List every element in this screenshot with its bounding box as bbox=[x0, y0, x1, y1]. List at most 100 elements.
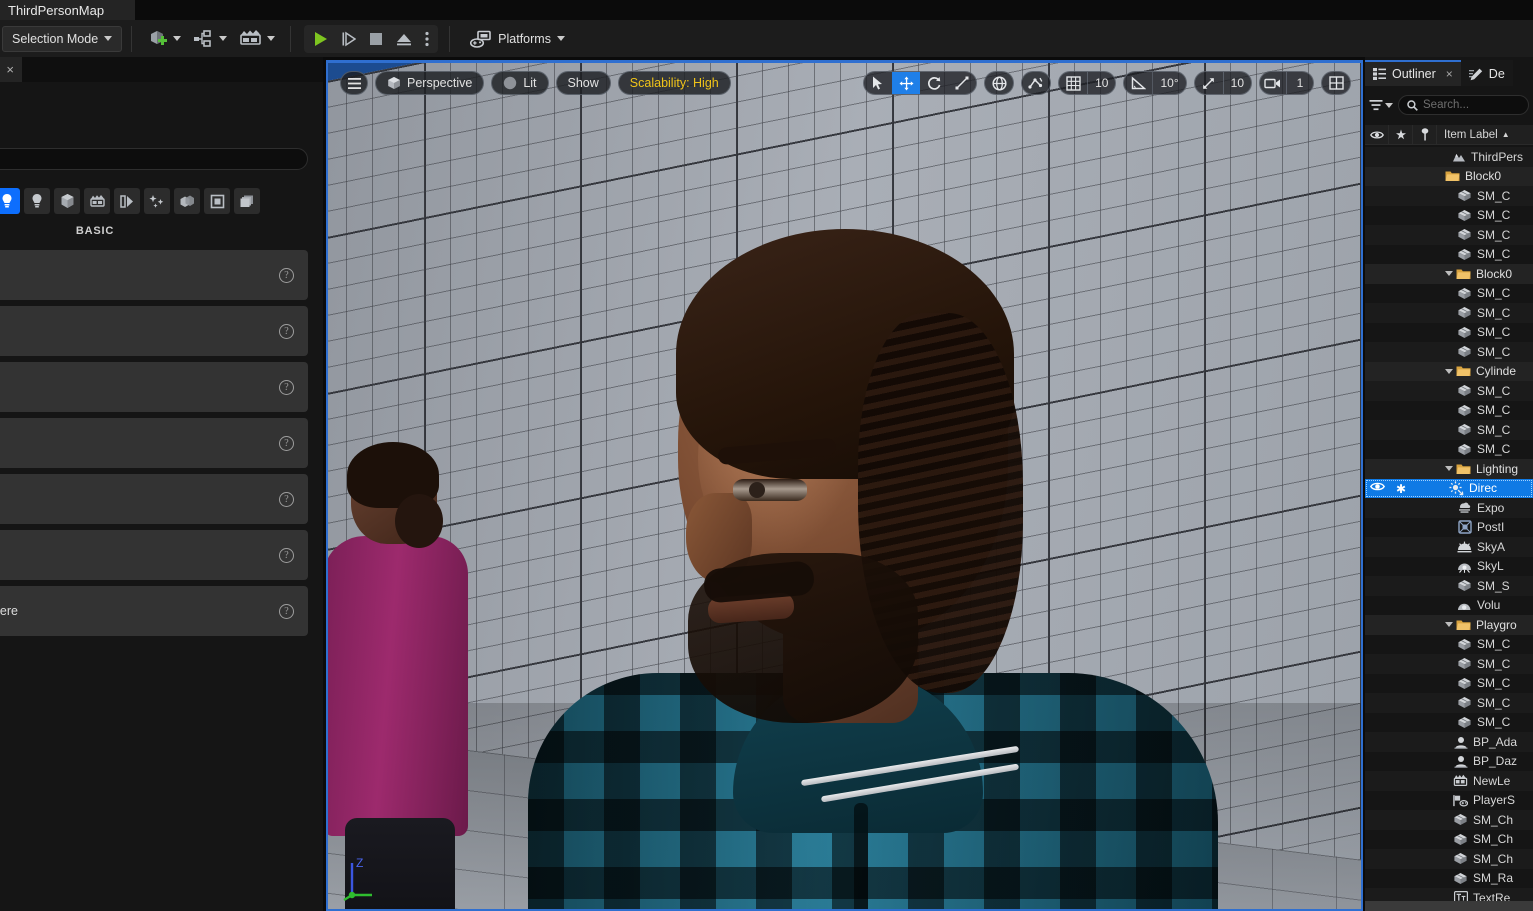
help-icon[interactable]: ? bbox=[279, 547, 294, 563]
outliner-row-newle[interactable]: NewLe bbox=[1365, 771, 1533, 791]
outliner-row-sm-c[interactable]: SM_C bbox=[1365, 303, 1533, 323]
outliner-row-lighting[interactable]: Lighting bbox=[1365, 459, 1533, 479]
row-visibility-eye-icon[interactable] bbox=[1370, 481, 1385, 492]
outliner-row-sm-c[interactable]: SM_C bbox=[1365, 381, 1533, 401]
translate-tool-button[interactable] bbox=[892, 72, 921, 94]
outliner-row-sm-c[interactable]: SM_C bbox=[1365, 654, 1533, 674]
category-particles[interactable] bbox=[144, 188, 170, 214]
outliner-row-sm-c[interactable]: SM_C bbox=[1365, 693, 1533, 713]
outliner-row-bp-ada[interactable]: BP_Ada bbox=[1365, 732, 1533, 752]
outliner-row-block0[interactable]: Block0 bbox=[1365, 264, 1533, 284]
place-actors-search-input[interactable] bbox=[0, 148, 308, 170]
help-icon[interactable]: ? bbox=[279, 267, 294, 283]
help-icon[interactable]: ? bbox=[279, 603, 294, 619]
column-pinned[interactable] bbox=[1389, 124, 1413, 145]
outliner-row-sm-s[interactable]: SM_S bbox=[1365, 576, 1533, 596]
outliner-row-skyl[interactable]: SkyL bbox=[1365, 557, 1533, 577]
column-visibility[interactable] bbox=[1365, 124, 1389, 145]
column-item-label[interactable]: Item Label ▲ bbox=[1437, 129, 1533, 141]
scalability-dropdown[interactable]: Scalability: High bbox=[617, 71, 731, 95]
category-cinematic[interactable] bbox=[84, 188, 110, 214]
stop-button[interactable] bbox=[362, 26, 390, 52]
world-coordinates-button[interactable] bbox=[985, 72, 1013, 94]
help-icon[interactable]: ? bbox=[279, 435, 294, 451]
grid-snap-value[interactable]: 10 bbox=[1087, 72, 1115, 94]
scale-snap-value[interactable]: 10 bbox=[1222, 72, 1251, 94]
tab-details[interactable]: De bbox=[1460, 60, 1513, 86]
outliner-row-sm-c[interactable]: SM_C bbox=[1365, 440, 1533, 460]
outliner-row-block0[interactable]: Block0 bbox=[1365, 166, 1533, 186]
outliner-scrollbar-horizontal[interactable] bbox=[1365, 901, 1533, 911]
camera-speed-value[interactable]: 1 bbox=[1286, 72, 1313, 94]
category-all-classes[interactable] bbox=[234, 188, 260, 214]
outliner-row-sm-c[interactable]: SM_C bbox=[1365, 206, 1533, 226]
outliner-row-direc[interactable]: ✱ Direc bbox=[1365, 478, 1533, 498]
outliner-row-skya[interactable]: SkyA bbox=[1365, 537, 1533, 557]
expand-arrow-icon[interactable] bbox=[1445, 368, 1453, 374]
close-icon[interactable]: × bbox=[6, 63, 14, 76]
outliner-row-sm-ch[interactable]: SM_Ch bbox=[1365, 810, 1533, 830]
help-icon[interactable]: ? bbox=[279, 491, 294, 507]
category-lights[interactable] bbox=[24, 188, 50, 214]
outliner-row-sm-c[interactable]: SM_C bbox=[1365, 186, 1533, 206]
play-button[interactable] bbox=[306, 26, 334, 52]
outliner-row-bp-daz[interactable]: BP_Daz bbox=[1365, 752, 1533, 772]
list-item[interactable]: ? bbox=[0, 362, 308, 412]
scale-snap-toggle[interactable] bbox=[1195, 72, 1223, 94]
category-volumes[interactable] bbox=[174, 188, 200, 214]
view-mode-dropdown[interactable]: Lit bbox=[491, 71, 549, 95]
list-item[interactable]: ? bbox=[0, 306, 308, 356]
help-icon[interactable]: ? bbox=[279, 379, 294, 395]
list-item[interactable]: rt ? bbox=[0, 474, 308, 524]
tab-outliner[interactable]: Outliner × bbox=[1365, 60, 1461, 86]
outliner-row-sm-c[interactable]: SM_C bbox=[1365, 284, 1533, 304]
outliner-row-sm-c[interactable]: SM_C bbox=[1365, 225, 1533, 245]
selection-mode-dropdown[interactable]: Selection Mode bbox=[2, 25, 123, 52]
list-item[interactable]: t ? bbox=[0, 418, 308, 468]
outliner-row-expo[interactable]: Expo bbox=[1365, 498, 1533, 518]
category-geometry[interactable] bbox=[204, 188, 230, 214]
viewport-menu-button[interactable] bbox=[340, 71, 368, 95]
angle-snap-toggle[interactable] bbox=[1124, 72, 1152, 94]
blueprints-dropdown[interactable] bbox=[187, 24, 233, 54]
outliner-row-posti[interactable]: PostI bbox=[1365, 518, 1533, 538]
outliner-row-sm-ch[interactable]: SM_Ch bbox=[1365, 849, 1533, 869]
eject-button[interactable] bbox=[390, 26, 418, 52]
viewport-3d-scene[interactable] bbox=[328, 63, 1361, 909]
close-icon[interactable]: × bbox=[1446, 67, 1453, 81]
outliner-row-sm-c[interactable]: SM_C bbox=[1365, 420, 1533, 440]
skip-frame-button[interactable] bbox=[334, 26, 362, 52]
select-tool-button[interactable] bbox=[864, 72, 892, 94]
outliner-row-sm-c[interactable]: SM_C bbox=[1365, 713, 1533, 733]
outliner-row-volu[interactable]: Volu bbox=[1365, 596, 1533, 616]
rotate-tool-button[interactable] bbox=[920, 72, 948, 94]
level-viewport[interactable]: Perspective Lit Show Scalability: High 1… bbox=[326, 60, 1363, 911]
camera-perspective-dropdown[interactable]: Perspective bbox=[375, 71, 485, 95]
list-item[interactable]: ? bbox=[0, 250, 308, 300]
outliner-tree[interactable]: ThirdPers Block0 SM_C SM_C SM_C SM_C Block0 SM_… bbox=[1365, 147, 1533, 911]
surface-snapping-button[interactable] bbox=[1022, 72, 1050, 94]
expand-arrow-icon[interactable] bbox=[1445, 622, 1453, 628]
maximize-viewport-button[interactable] bbox=[1322, 72, 1350, 94]
platforms-dropdown[interactable]: Platforms bbox=[462, 24, 573, 54]
cinematics-dropdown[interactable] bbox=[233, 24, 281, 54]
category-shapes[interactable] bbox=[54, 188, 80, 214]
outliner-row-sm-ra[interactable]: SM_Ra bbox=[1365, 869, 1533, 889]
angle-snap-value[interactable]: 10° bbox=[1152, 72, 1185, 94]
scale-tool-button[interactable] bbox=[948, 72, 976, 94]
row-pinned-star-icon[interactable]: ✱ bbox=[1396, 482, 1406, 496]
outliner-row-thirdpers[interactable]: ThirdPers bbox=[1365, 147, 1533, 167]
add-actor-dropdown[interactable] bbox=[142, 24, 187, 54]
outliner-search-input[interactable]: Search... bbox=[1398, 95, 1529, 115]
outliner-filter-dropdown[interactable] bbox=[1369, 99, 1393, 111]
list-item[interactable]: ox ? bbox=[0, 530, 308, 580]
play-options-button[interactable] bbox=[418, 26, 436, 52]
category-recently-placed[interactable] bbox=[0, 188, 20, 214]
outliner-row-sm-c[interactable]: SM_C bbox=[1365, 323, 1533, 343]
list-item[interactable]: phere ? bbox=[0, 586, 308, 636]
column-unsaved[interactable] bbox=[1413, 124, 1437, 145]
outliner-row-sm-c[interactable]: SM_C bbox=[1365, 401, 1533, 421]
show-flags-dropdown[interactable]: Show bbox=[555, 71, 611, 95]
outliner-row-sm-ch[interactable]: SM_Ch bbox=[1365, 830, 1533, 850]
outliner-row-players[interactable]: PlayerS bbox=[1365, 791, 1533, 811]
